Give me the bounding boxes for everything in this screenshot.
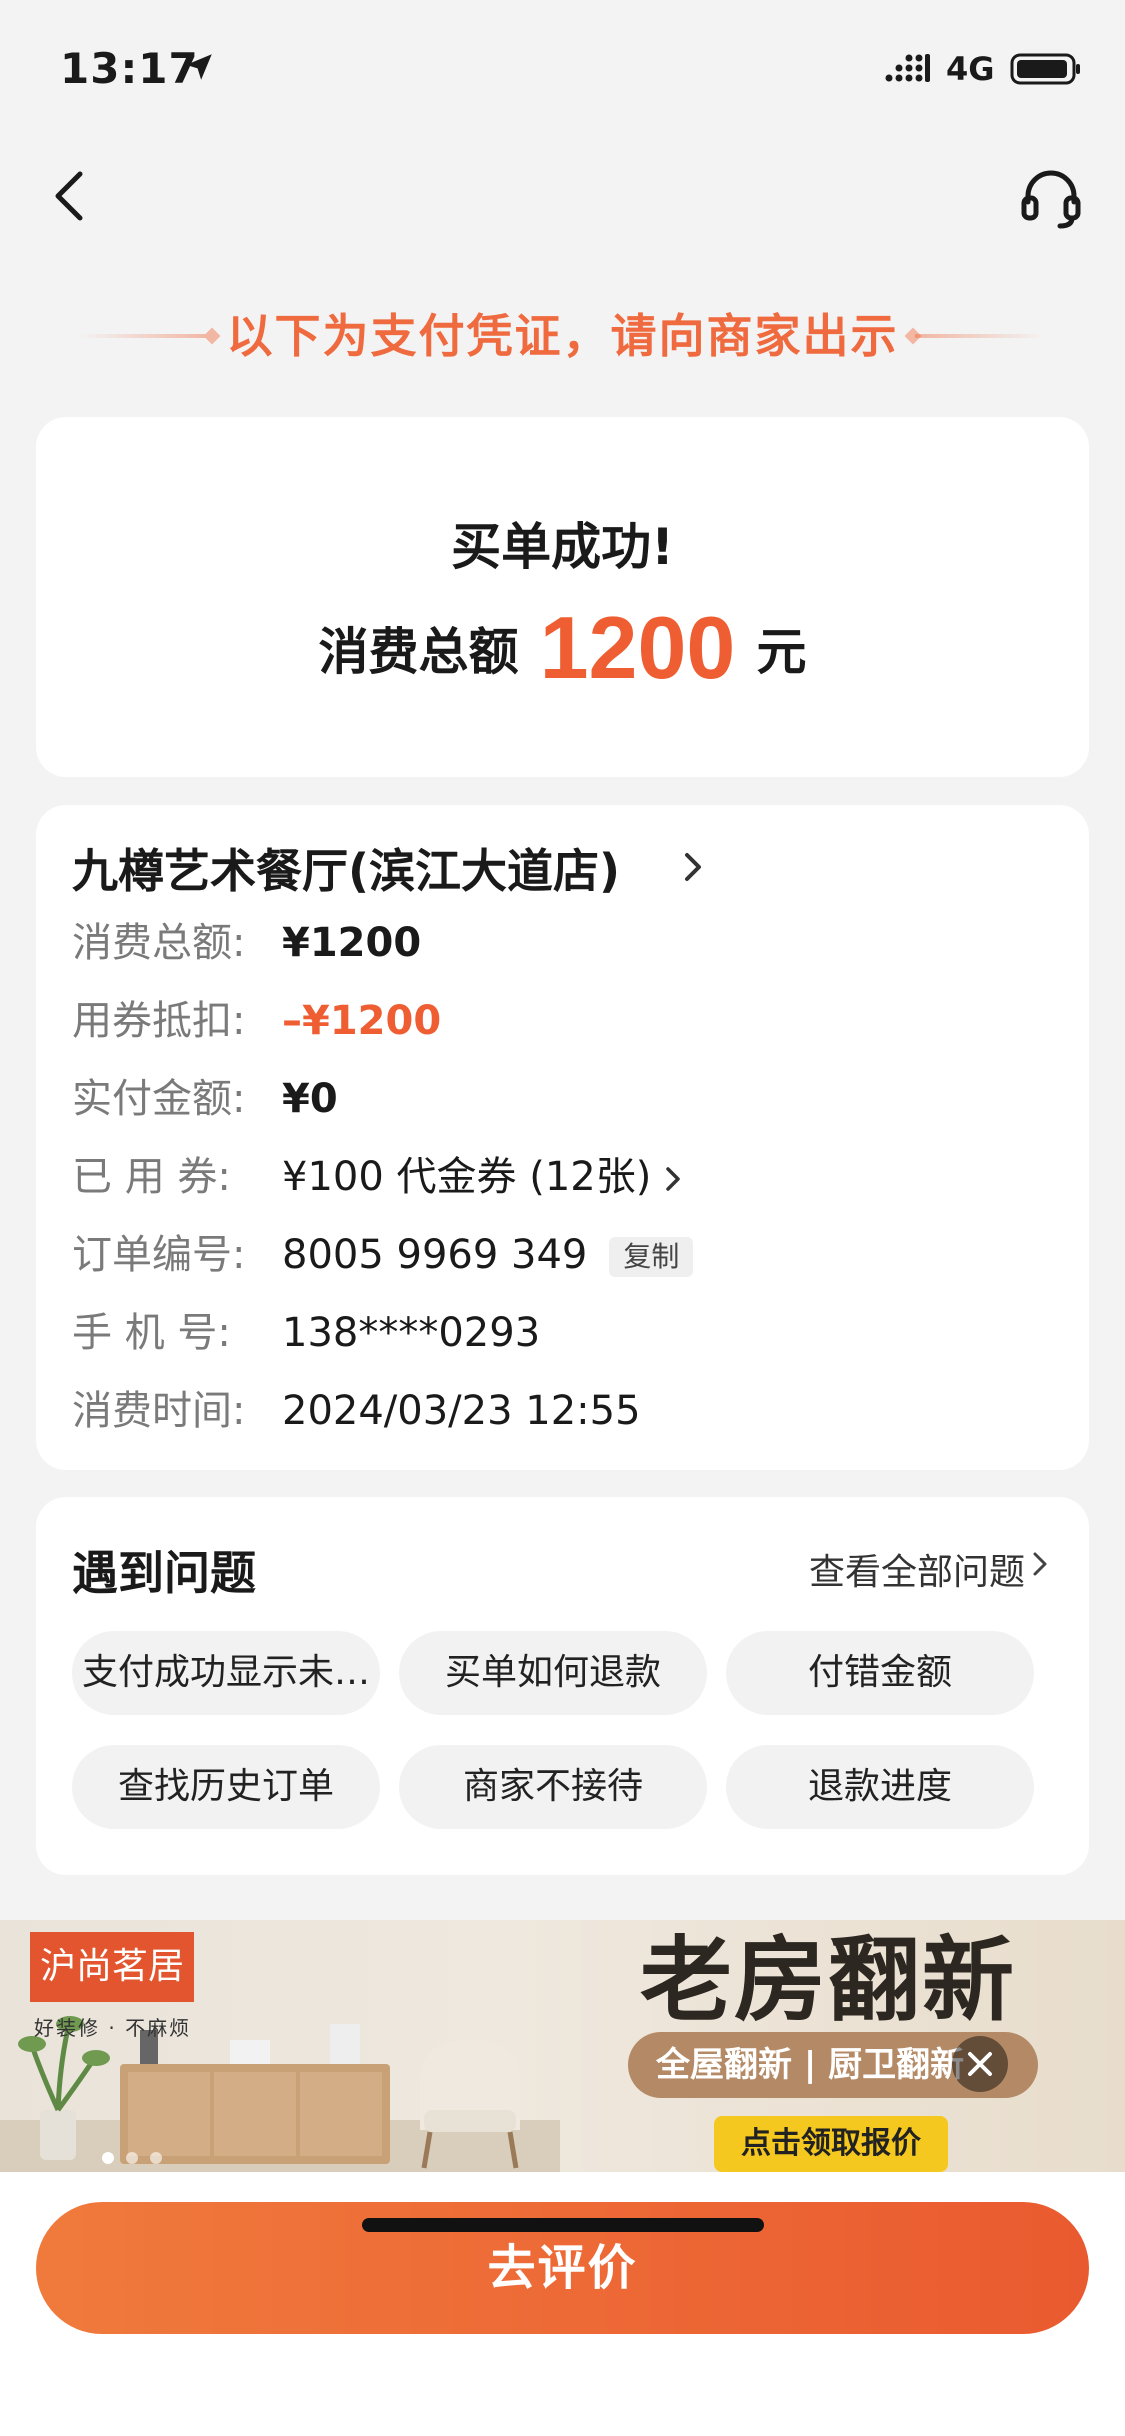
detail-value: 2024/03/23 12:55 (282, 1388, 641, 1434)
decorative-line-right (915, 334, 1045, 338)
detail-value: ¥100 代金券 (12张) (282, 1154, 652, 1200)
detail-value: ¥0 (282, 1076, 338, 1122)
problem-chip[interactable]: 支付成功显示未… (72, 1631, 380, 1715)
total-label: 消费总额 (318, 623, 519, 681)
chevron-right-icon[interactable] (1031, 1549, 1049, 1579)
ad-brand-logo: 沪尚茗居 (30, 1932, 194, 2002)
detail-row-order-number: 订单编号: 8005 9969 349 复制 (72, 1227, 694, 1283)
battery-icon (1010, 53, 1080, 85)
ad-cta-button[interactable]: 点击领取报价 (714, 2116, 948, 2172)
close-icon (968, 2052, 992, 2076)
detail-row-used-coupons[interactable]: 已 用 券: ¥100 代金券 (12张) (72, 1149, 683, 1205)
detail-label: 消费时间: (72, 1388, 246, 1434)
detail-value: 8005 9969 349 (282, 1232, 588, 1278)
network-type: 4G (946, 50, 995, 88)
status-time: 13:17 (60, 44, 199, 93)
detail-row-total: 消费总额: ¥1200 (72, 915, 421, 971)
payment-success-card: 买单成功! 消费总额 1200 元 (36, 417, 1089, 777)
chevron-right-icon[interactable] (681, 847, 705, 887)
problems-card: 遇到问题 查看全部问题 支付成功显示未… 买单如何退款 付错金额 查找历史订单 … (36, 1497, 1089, 1875)
order-details-card: 九樽艺术餐厅(滨江大道店) 消费总额: ¥1200 用券抵扣: –¥1200 实付金… (36, 805, 1089, 1470)
problem-chip[interactable]: 商家不接待 (399, 1745, 707, 1829)
voucher-hint-text: 以下为支付凭证，请向商家出示 (226, 309, 899, 363)
detail-row-coupon-deduction: 用券抵扣: –¥1200 (72, 993, 441, 1049)
customer-service-headset-icon[interactable] (1016, 162, 1086, 232)
chevron-right-icon[interactable] (663, 1163, 683, 1195)
location-arrow-icon (186, 54, 212, 80)
ad-banner[interactable]: 沪尚茗居 好装修 · 不麻烦 老房翻新 全屋翻新 | 厨卫翻新 点击领取报价 (0, 1920, 1125, 2172)
ad-pill-text: 全屋翻新 | 厨卫翻新 (656, 2045, 965, 2085)
detail-label: 已 用 券: (72, 1154, 231, 1200)
total-unit: 元 (756, 623, 807, 681)
detail-label: 手 机 号: (72, 1310, 231, 1356)
total-amount-row: 消费总额 1200 元 (36, 597, 1089, 699)
view-all-problems-link[interactable]: 查看全部问题 (809, 1543, 1025, 1595)
bottom-action-bar: 去评价 (0, 2172, 1125, 2436)
detail-value: 138****0293 (282, 1310, 541, 1356)
total-amount: 1200 (539, 598, 736, 697)
detail-value: ¥1200 (282, 920, 422, 966)
status-bar: 13:17 4G (0, 0, 1125, 140)
carousel-indicator (102, 2152, 162, 2164)
detail-row-phone: 手 机 号: 138****0293 (72, 1305, 540, 1361)
ad-headline: 老房翻新 (640, 1927, 1017, 2034)
detail-label: 用券抵扣: (72, 998, 246, 1044)
problem-chip[interactable]: 付错金额 (726, 1631, 1034, 1715)
ad-slogan: 好装修 · 不麻烦 (34, 2016, 192, 2040)
detail-label: 消费总额: (72, 920, 246, 966)
problem-chip[interactable]: 查找历史订单 (72, 1745, 380, 1829)
copy-order-number-button[interactable]: 复制 (609, 1237, 694, 1277)
detail-row-time: 消费时间: 2024/03/23 12:55 (72, 1383, 641, 1439)
payment-voucher-page: 13:17 4G 以下为支付凭证，请向商家出示 买单成功! 消费总额 1200 … (0, 0, 1125, 2436)
detail-value: –¥1200 (282, 998, 442, 1044)
home-indicator[interactable] (362, 2218, 764, 2232)
problem-chip[interactable]: 退款进度 (726, 1745, 1034, 1829)
signal-icon (885, 54, 930, 82)
detail-label: 实付金额: (72, 1076, 246, 1122)
detail-row-paid-amount: 实付金额: ¥0 (72, 1071, 338, 1127)
detail-label: 订单编号: (72, 1232, 246, 1278)
problem-chip[interactable]: 买单如何退款 (399, 1631, 707, 1715)
store-name-link[interactable]: 九樽艺术餐厅(滨江大道店) (72, 835, 620, 901)
voucher-hint: 以下为支付凭证，请向商家出示 (80, 306, 1045, 366)
success-title: 买单成功! (451, 518, 674, 576)
back-arrow-icon[interactable] (44, 160, 96, 232)
problems-title: 遇到问题 (72, 1546, 256, 1600)
ad-close-button[interactable] (952, 2036, 1008, 2092)
